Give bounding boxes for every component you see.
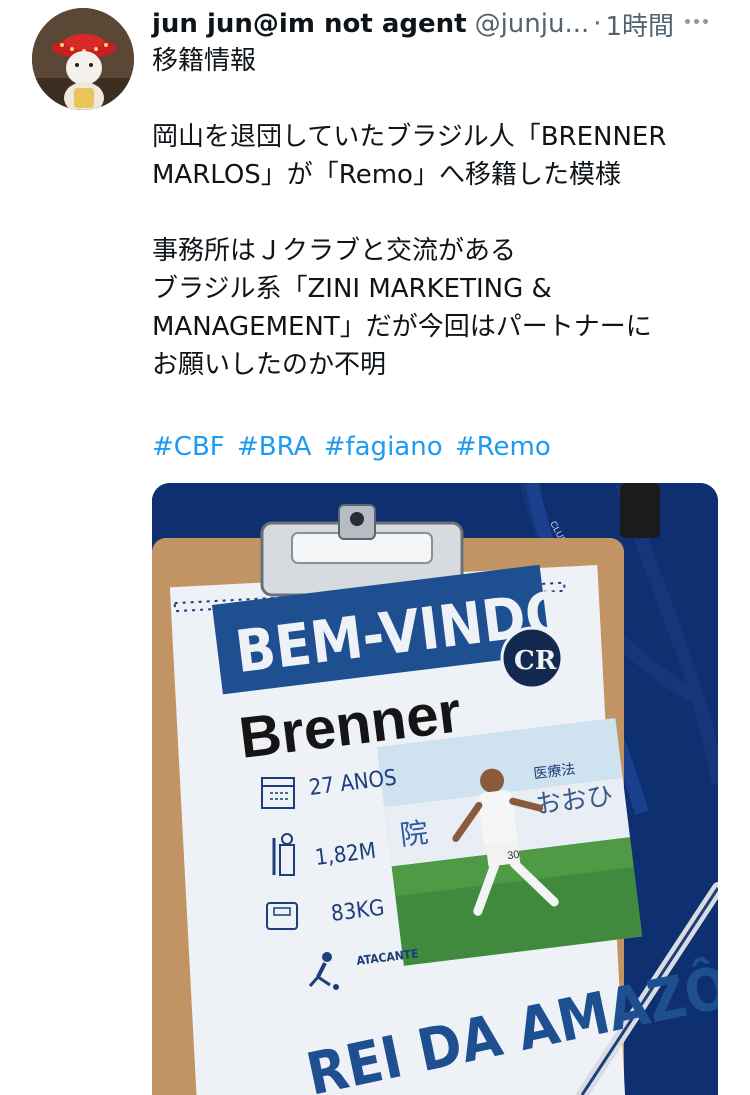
timestamp[interactable]: 1時間 (606, 6, 675, 43)
tweet-media-image[interactable]: contrata CLUBE DO REMO BEM-V (152, 483, 718, 1095)
hashtag-bra[interactable]: #BRA (237, 432, 311, 462)
tweet-text-line: 岡山を退団していたブラジル人「BRENNER (152, 122, 667, 152)
tweet-text-line: MANAGEMENT」だが今回はパートナーに (152, 312, 652, 342)
display-name[interactable]: jun jun@im not agent (152, 9, 467, 39)
separator-dot: · (593, 9, 602, 39)
tweet-text-line (152, 80, 722, 118)
more-options-icon[interactable] (676, 6, 716, 36)
user-handle[interactable]: @junju... (475, 9, 590, 39)
tweet-text-line: 移籍情報 (152, 46, 257, 76)
club-crest-letters: CR (514, 646, 557, 676)
hashtag-fagiano[interactable]: #fagiano (324, 432, 443, 462)
tweet-card[interactable]: jun jun@im not agent @junju... · 1時間 移籍情… (0, 0, 750, 1095)
tweet-text-line: MARLOS」が「Remo」へ移籍した模様 (152, 160, 621, 190)
hashtag-cbf[interactable]: #CBF (152, 432, 225, 462)
photo-sign-3: 院 (398, 816, 430, 852)
tweet-text-line: ブラジル系「ZINI MARKETING & (152, 274, 552, 304)
hashtag-list: #CBF #BRA #fagiano #Remo (152, 428, 555, 466)
tweet-text-line: 事務所はＪクラブと交流がある (152, 236, 517, 266)
tweet-text: 移籍情報 岡山を退団していたブラジル人「BRENNER MARLOS」が「Rem… (152, 42, 722, 384)
tweet-text-line (152, 194, 722, 232)
jersey-number: 30 (507, 849, 521, 862)
tweet-header: jun jun@im not agent @junju... · 1時間 (152, 4, 722, 44)
tweet-text-line: お願いしたのか不明 (152, 350, 387, 380)
avatar[interactable] (32, 8, 134, 110)
hashtag-remo[interactable]: #Remo (455, 432, 551, 462)
